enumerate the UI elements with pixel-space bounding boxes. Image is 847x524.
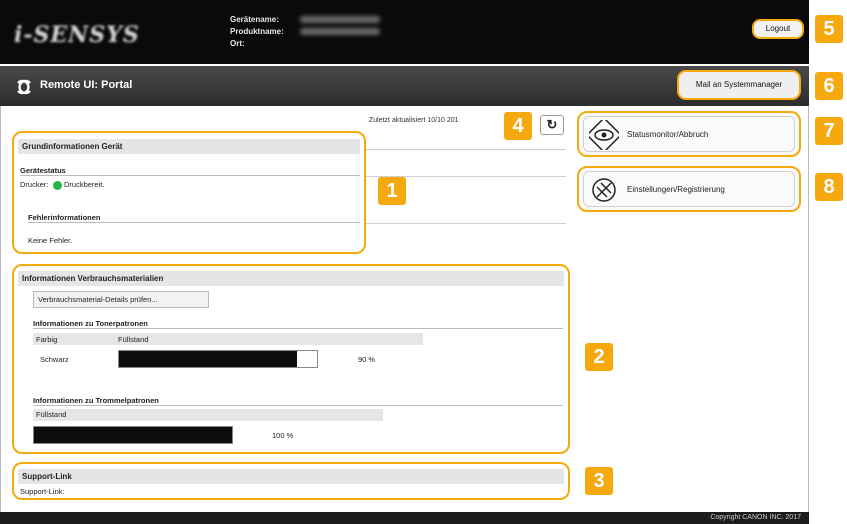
settings-icon	[589, 175, 619, 205]
product-name-value	[300, 28, 380, 35]
settings-registration-button[interactable]: Einstellungen/Registrierung	[577, 166, 801, 212]
toner-level-text: 90 %	[358, 355, 376, 364]
printer-status: Druckbereit.	[64, 180, 105, 189]
badge-2: 2	[585, 343, 613, 371]
basic-info-title: Grundinformationen Gerät	[18, 139, 360, 154]
footer: Copyright CANON INC. 2017	[0, 512, 809, 524]
header-bar: i-SENSYS Gerätename: Produktname: Ort:	[0, 0, 809, 64]
badge-3: 3	[585, 467, 613, 495]
error-info-value: Keine Fehler.	[28, 236, 73, 245]
badge-8: 8	[815, 173, 843, 201]
toner-level-bar	[118, 350, 318, 368]
badge-6: 6	[815, 72, 843, 100]
toner-col-level: Füllstand	[118, 335, 149, 344]
device-status-heading: Gerätestatus	[20, 166, 360, 176]
status-monitor-button[interactable]: Statusmonitor/Abbruch	[577, 111, 801, 157]
brand-logo: i-SENSYS	[14, 22, 140, 48]
device-info: Gerätename: Produktname: Ort:	[230, 14, 380, 50]
logout-button[interactable]: Logout	[752, 19, 804, 39]
support-title: Support-Link	[18, 469, 564, 484]
page-title: Remote UI: Portal	[40, 79, 133, 91]
support-link[interactable]: Support-Link:	[20, 487, 65, 496]
device-name-label: Gerätename:	[230, 15, 279, 24]
toner-col-color: Farbig	[36, 335, 58, 344]
badge-7: 7	[815, 117, 843, 145]
drum-level-text: 100 %	[272, 431, 294, 440]
drum-table-header	[33, 409, 383, 421]
badge-5: 5	[815, 15, 843, 43]
badge-4: 4	[504, 112, 532, 140]
location-label: Ort:	[230, 39, 245, 48]
printer-label: Drucker:	[20, 180, 49, 189]
status-ok-icon	[53, 181, 62, 190]
toner-row-color: Schwarz	[40, 355, 69, 364]
error-info-heading: Fehlerinformationen	[28, 213, 360, 223]
device-name-value	[300, 16, 380, 23]
last-updated-text: Zuletzt aktualisiert 10/10 201	[369, 117, 459, 124]
refresh-icon[interactable]: ↻	[540, 115, 564, 135]
drum-level-fill	[34, 427, 232, 443]
status-monitor-label: Statusmonitor/Abbruch	[627, 130, 709, 139]
mail-system-manager-button[interactable]: Mail an Systemmanager	[677, 70, 801, 100]
drum-level-bar	[33, 426, 233, 444]
toner-heading: Informationen zu Tonerpatronen	[33, 319, 563, 329]
drum-heading: Informationen zu Trommelpatronen	[33, 396, 563, 406]
drum-col-level: Füllstand	[36, 410, 67, 419]
toner-table-header	[33, 333, 423, 345]
settings-registration-label: Einstellungen/Registrierung	[627, 185, 725, 194]
toner-level-fill	[119, 351, 298, 367]
consumable-details-button[interactable]: Verbrauchsmaterial-Details prüfen...	[33, 291, 209, 308]
copyright-text: Copyright CANON INC. 2017	[710, 514, 801, 521]
badge-1: 1	[378, 177, 406, 205]
eye-icon	[585, 116, 623, 154]
consumables-title: Informationen Verbrauchsmaterialien	[18, 271, 564, 286]
portal-logo-icon	[14, 77, 34, 97]
product-name-label: Produktname:	[230, 27, 284, 36]
